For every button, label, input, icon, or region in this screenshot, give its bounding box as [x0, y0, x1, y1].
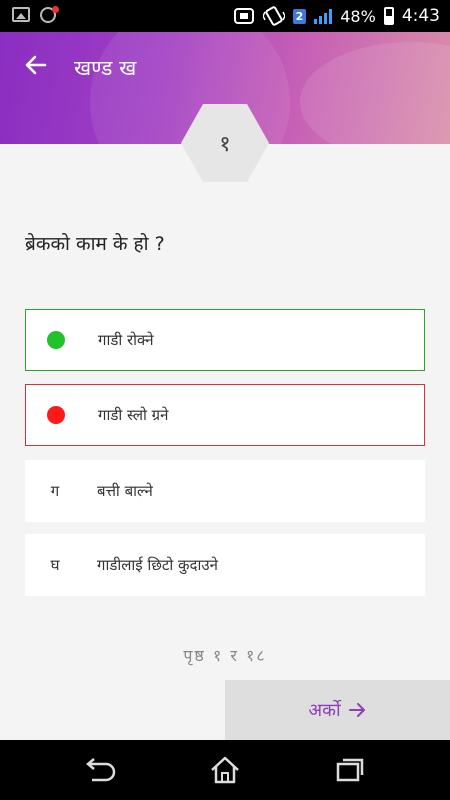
correct-dot-icon [47, 331, 65, 349]
page-indicator: पृष्ठ १ र १८ [0, 644, 450, 666]
wrong-dot-icon [47, 406, 65, 424]
option-marker [26, 331, 86, 349]
nfc-icon [233, 8, 254, 24]
page-separator: र [230, 646, 239, 665]
page-total: १८ [246, 646, 267, 665]
sim-badge: 2 [292, 8, 307, 24]
question-text: ब्रेकको काम के हो ? [25, 233, 165, 255]
header-decoration [300, 42, 450, 144]
option-label: गाडी रोक्ने [98, 331, 154, 349]
option-marker [26, 406, 86, 424]
home-icon [211, 756, 239, 784]
option-marker: घ [50, 556, 60, 574]
notification-icon [40, 6, 59, 23]
nav-home-button[interactable] [205, 754, 245, 786]
option-marker: ग [50, 482, 60, 500]
status-bar: 2 48% 4:43 [0, 0, 450, 32]
back-button[interactable] [18, 52, 54, 80]
gallery-icon [12, 7, 30, 22]
battery-percent: 48% [340, 6, 376, 26]
option-d[interactable]: घ गाडीलाई छिटो कुदाउने [25, 534, 425, 596]
battery-icon [383, 7, 394, 25]
system-nav-bar [0, 740, 450, 800]
signal-icon [314, 8, 333, 24]
page-prefix: पृष्ठ [183, 646, 206, 665]
option-label: गाडी स्लो ग्रने [98, 406, 169, 424]
vibrate-icon [262, 6, 285, 26]
option-wrong[interactable]: गाडी स्लो ग्रने [25, 384, 425, 446]
option-c[interactable]: ग बत्ती बाल्ने [25, 460, 425, 522]
arrow-right-icon [348, 703, 365, 717]
option-correct[interactable]: गाडी रोक्ने [25, 309, 425, 371]
recent-apps-icon [336, 758, 364, 782]
page-title: खण्ड ख [74, 56, 137, 80]
next-button[interactable]: अर्को [225, 680, 450, 740]
nav-recent-button[interactable] [330, 754, 370, 786]
nav-back-button[interactable] [80, 754, 120, 786]
clock: 4:43 [401, 6, 440, 26]
option-label: बत्ती बाल्ने [97, 482, 153, 500]
page-current: १ [212, 646, 224, 665]
arrow-left-icon [25, 55, 47, 75]
next-button-label: अर्को [308, 700, 341, 721]
option-label: गाडीलाई छिटो कुदाउने [97, 556, 218, 574]
back-icon [86, 758, 116, 782]
